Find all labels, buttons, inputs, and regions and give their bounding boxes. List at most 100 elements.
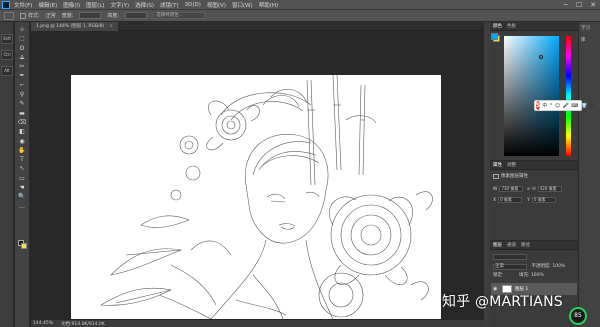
height-field[interactable]: 428 像素 <box>537 186 562 192</box>
size-row: W 730 像素 ∞ H 428 像素 <box>493 186 565 192</box>
lasso-tool-icon[interactable]: ʘ <box>18 45 27 52</box>
libraries-panel-button[interactable]: 库 <box>579 34 600 46</box>
menu-select[interactable]: 选择(S) <box>135 1 154 9</box>
close-tab-icon[interactable]: × <box>109 24 113 29</box>
ime-toolbar[interactable]: S 中 ° ☺ 🎤 ⌨ 👕 ⊞ <box>534 100 594 111</box>
blend-mode-select[interactable]: 正常 <box>493 264 527 270</box>
width-field[interactable]: 730 像素 <box>499 186 524 192</box>
minimize-icon[interactable]: ─ <box>564 1 568 9</box>
more-tools-icon[interactable]: … <box>18 203 27 210</box>
maximize-icon[interactable]: ☐ <box>576 1 582 9</box>
pen-tool-icon[interactable]: ✋ <box>18 147 27 154</box>
tab-paths[interactable]: 路径 <box>521 242 530 248</box>
tab-color[interactable]: 颜色 <box>493 23 502 29</box>
properties-panel-tabs: 属性 调整 <box>490 161 578 170</box>
menu-3d[interactable]: 3D(D) <box>185 2 201 8</box>
document-tab-title: 1.png @ 144% (图层 1, RGB/8) <box>36 24 105 29</box>
menu-edit[interactable]: 编辑(E) <box>38 1 57 9</box>
foreground-color-chip[interactable] <box>491 33 498 40</box>
ime-punctuation-icon[interactable]: ° <box>550 103 553 109</box>
color-picker-field[interactable] <box>504 36 559 156</box>
cpu-usage-badge[interactable]: 85 <box>569 307 587 325</box>
lock-row: 锁定: 填充: 100% <box>493 272 544 278</box>
hue-slider[interactable] <box>566 36 571 156</box>
layer-filter-row <box>493 254 530 262</box>
gradient-tool-icon[interactable]: ◧ <box>18 128 27 135</box>
ime-keyboard-icon[interactable]: ⌨ <box>571 103 578 109</box>
dodge-tool-icon[interactable]: ◉ <box>18 138 27 145</box>
layer-filter-select[interactable] <box>493 254 527 260</box>
hand-tool-icon[interactable]: ☚ <box>18 184 27 191</box>
width-input[interactable] <box>79 12 102 19</box>
healing-tool-icon[interactable]: ⌐ <box>18 82 27 89</box>
fill-value[interactable]: 100% <box>531 273 544 278</box>
layers-panel-tabs: 图层 通道 路径 <box>490 241 578 250</box>
sogou-logo-icon[interactable]: S <box>536 101 541 110</box>
tab-adjustments[interactable]: 调整 <box>507 162 516 168</box>
ime-voice-icon[interactable]: 🎤 <box>563 103 569 109</box>
shape-tool-icon[interactable]: ▭ <box>18 175 27 182</box>
eyedropper-tool-icon[interactable]: ✒ <box>18 72 27 79</box>
menu-window[interactable]: 窗口(W) <box>232 1 253 9</box>
ime-toolbox-icon[interactable]: ⊞ <box>590 103 594 109</box>
marquee-tool-icon[interactable]: ⬚ <box>18 35 27 42</box>
position-row: X 0 像素 Y 0 像素 <box>493 197 559 203</box>
ime-emoji-icon[interactable]: ☺ <box>555 103 560 109</box>
document-tab-bar: 1.png @ 144% (图层 1, RGB/8) × <box>31 22 484 31</box>
stamp-tool-icon[interactable]: ✎ <box>18 100 27 107</box>
y-label: Y <box>527 197 530 203</box>
menu-bar: 文件(F) 编辑(E) 图像(I) 图层(L) 文字(Y) 选择(S) 滤镜(T… <box>0 0 600 10</box>
history-brush-tool-icon[interactable]: ▬ <box>18 110 27 117</box>
photoshop-logo-icon <box>2 0 10 9</box>
ime-language-icon[interactable]: 中 <box>542 102 547 109</box>
y-field[interactable]: 0 像素 <box>531 197 556 203</box>
fill-label: 填充: <box>518 273 530 278</box>
zoom-tool-icon[interactable]: 🔍 <box>18 193 27 200</box>
zoom-level[interactable]: 144.45% <box>33 321 53 326</box>
tab-layers[interactable]: 图层 <box>493 242 502 248</box>
tool-preset-icon[interactable] <box>4 11 14 20</box>
brush-tool-icon[interactable]: ⚲ <box>18 91 27 98</box>
ctrl-key-button[interactable]: Ctrl <box>1 50 13 60</box>
type-tool-icon[interactable]: T <box>18 156 27 163</box>
refine-edge-button[interactable]: 选择并遮住... <box>153 12 206 19</box>
tab-properties[interactable]: 属性 <box>493 162 502 168</box>
quick-select-tool-icon[interactable]: ⟁ <box>18 54 27 61</box>
document-tab[interactable]: 1.png @ 144% (图层 1, RGB/8) × <box>31 22 119 31</box>
status-bar: 144.45% 文档:914.0K/914.0K <box>31 319 484 327</box>
crop-tool-icon[interactable]: ✂ <box>18 63 27 70</box>
tab-swatches[interactable]: 色板 <box>507 23 516 29</box>
eraser-tool-icon[interactable]: ⌫ <box>18 119 27 126</box>
menu-image[interactable]: 图像(I) <box>63 1 80 9</box>
move-tool-icon[interactable]: ⊹ <box>18 26 27 33</box>
alt-key-button[interactable]: Alt <box>1 66 13 76</box>
artboard-line-art[interactable] <box>71 75 441 319</box>
menu-view[interactable]: 视图(V) <box>207 1 226 9</box>
color-picker-ring[interactable] <box>539 55 543 59</box>
blend-row: 正常 不透明度: 100% <box>493 263 565 270</box>
menu-help[interactable]: 帮助(H) <box>259 1 278 9</box>
background-color-swatch[interactable] <box>21 243 27 249</box>
x-label: X <box>493 197 497 203</box>
tab-channels[interactable]: 通道 <box>507 242 516 248</box>
menu-type[interactable]: 文字(Y) <box>111 1 130 9</box>
shift-key-button[interactable]: Shft <box>1 34 13 44</box>
document-size: 文档:914.0K/914.0K <box>61 321 105 327</box>
menu-file[interactable]: 文件(F) <box>14 1 32 9</box>
path-select-tool-icon[interactable]: ↖ <box>18 165 27 172</box>
close-icon[interactable]: ✕ <box>590 1 596 9</box>
height-input[interactable] <box>125 12 148 19</box>
collapsed-panels: 学习 库 <box>578 22 600 327</box>
ime-skin-icon[interactable]: 👕 <box>581 103 587 109</box>
opacity-value[interactable]: 100% <box>552 264 565 269</box>
line-art-illustration <box>100 75 433 319</box>
learn-panel-button[interactable]: 学习 <box>579 22 600 34</box>
style-value[interactable]: 正常 <box>46 12 56 19</box>
canvas-area[interactable] <box>31 31 484 319</box>
x-field[interactable]: 0 像素 <box>498 197 523 203</box>
menu-layer[interactable]: 图层(L) <box>86 1 104 9</box>
menu-filter[interactable]: 滤镜(T) <box>160 1 179 9</box>
options-bar: 样式: 正常 宽度: 高度: 选择并遮住... <box>0 10 600 22</box>
link-icon[interactable]: ∞ <box>526 187 530 192</box>
antialias-checkbox[interactable] <box>20 12 26 19</box>
